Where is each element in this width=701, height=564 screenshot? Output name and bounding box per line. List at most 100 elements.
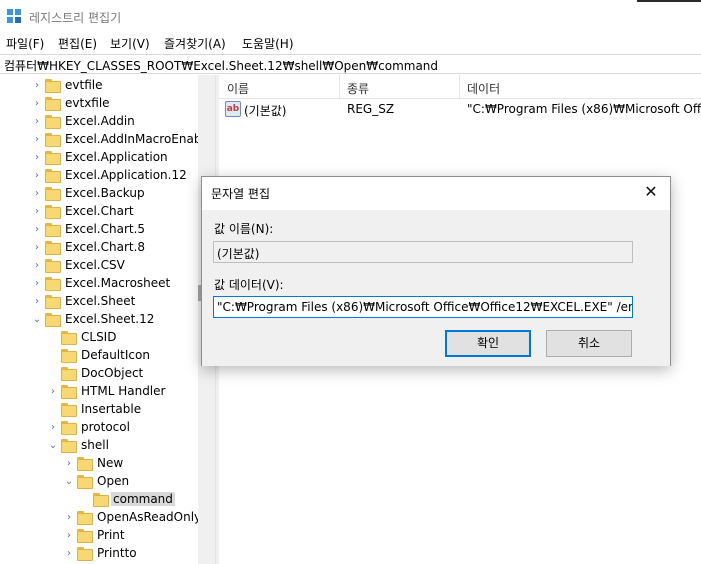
tree-item[interactable]: DocObject [0,365,198,383]
edit-string-dialog: 문자열 편집 ✕ 값 이름(N): (기본값) 값 데이터(V): "C:₩Pr… [201,176,671,366]
chevron-right-icon[interactable]: › [32,207,42,217]
tree-item[interactable]: ⌄ shell [0,437,198,455]
tree-item-label: New [97,456,124,470]
column-header-name[interactable]: 이름 [227,80,249,97]
tree-item[interactable]: ⌄ Excel.Sheet.12 [0,311,198,329]
folder-icon [93,493,109,507]
menu-favorites[interactable]: 즐겨찾기(A) [164,35,226,52]
folder-icon [77,529,93,543]
tree-item-label: Excel.Sheet.12 [65,312,155,326]
tree-item-label: OpenAsReadOnly [97,510,198,524]
tree-item[interactable]: › Excel.Macrosheet [0,275,198,293]
chevron-right-icon[interactable]: › [64,549,74,559]
chevron-right-icon[interactable]: › [32,171,42,181]
menu-file[interactable]: 파일(F) [6,35,44,52]
tree-item[interactable]: › HTML Handler [0,383,198,401]
tree-item[interactable]: DefaultIcon [0,347,198,365]
chevron-down-icon[interactable]: ⌄ [64,477,74,487]
chevron-right-icon[interactable]: › [32,99,42,109]
menu-view[interactable]: 보기(V) [110,35,150,52]
tree-item-label: Excel.Application [65,150,168,164]
chevron-right-icon[interactable]: › [64,459,74,469]
folder-icon [45,97,61,111]
folder-icon [45,133,61,147]
folder-icon [61,385,77,399]
tree-item-label: Excel.Addin [65,114,135,128]
tree-item-label: Excel.Macrosheet [65,276,171,290]
list-item[interactable]: ab (기본값) REG_SZ "C:₩Program Files (x86)₩… [219,100,701,120]
chevron-right-icon[interactable]: › [32,243,42,253]
tree-item-label: evtfile [65,78,103,92]
value-name: (기본값) [244,104,287,118]
tree-item[interactable]: › Excel.CSV [0,257,198,275]
chevron-right-icon[interactable]: › [32,81,42,91]
folder-icon [61,331,77,345]
chevron-down-icon[interactable]: ⌄ [32,315,42,325]
chevron-right-icon[interactable]: › [32,135,42,145]
column-header-type[interactable]: 종류 [347,80,369,97]
value-type: REG_SZ [347,102,395,116]
tree-item-label: Print [97,528,125,542]
address-path: 컴퓨터₩HKEY_CLASSES_ROOT₩Excel.Sheet.12₩she… [4,59,439,73]
value-name-field: (기본값) [213,241,633,263]
chevron-right-icon[interactable]: › [64,513,74,523]
tree-item-label: Excel.CSV [65,258,125,272]
tree-item[interactable]: › Excel.Chart [0,203,198,221]
tree-item[interactable]: › Excel.AddInMacroEnable [0,131,198,149]
folder-icon [45,169,61,183]
tree-item[interactable]: › Excel.Chart.8 [0,239,198,257]
folder-icon [45,277,61,291]
tree-item[interactable]: › New [0,455,198,473]
column-separator[interactable] [459,75,460,99]
cancel-button[interactable]: 취소 [546,330,632,357]
chevron-right-icon[interactable]: › [32,189,42,199]
tree-item[interactable]: Insertable [0,401,198,419]
chevron-right-icon[interactable]: › [48,387,58,397]
tree-item[interactable]: › Excel.Application [0,149,198,167]
chevron-right-icon[interactable]: › [32,153,42,163]
tree-item[interactable]: ⌄ Open [0,473,198,491]
chevron-right-icon[interactable]: › [32,261,42,271]
tree-item[interactable]: › evtfile [0,77,198,95]
chevron-right-icon[interactable]: › [48,423,58,433]
close-icon[interactable]: ✕ [640,181,662,203]
key-tree: › evtfile › evtxfile › Excel.Addin › Excel.AddI… [0,75,198,564]
folder-icon [77,475,93,489]
tree-item[interactable]: › Print [0,527,198,545]
folder-icon [61,439,77,453]
value-name-label: 값 이름(N): [214,222,274,236]
tree-item-label: Excel.Backup [65,186,145,200]
menu-edit[interactable]: 편집(E) [58,35,97,52]
column-header-data[interactable]: 데이터 [467,80,500,97]
chevron-right-icon[interactable]: › [32,117,42,127]
tree-item[interactable]: › protocol [0,419,198,437]
tree-item-label: protocol [81,420,130,434]
tree-item[interactable]: › Printto [0,545,198,563]
value-data-input[interactable]: "C:₩Program Files (x86)₩Microsoft Office… [213,296,633,318]
tree-item-label: command [111,492,175,506]
chevron-right-icon[interactable]: › [32,225,42,235]
tree-item[interactable]: › Excel.Chart.5 [0,221,198,239]
tree-item[interactable]: › Excel.Backup [0,185,198,203]
tree-item[interactable]: › Excel.Addin [0,113,198,131]
window-title: 레지스트리 편집기 [29,11,122,25]
tree-item[interactable]: › OpenAsReadOnly [0,509,198,527]
chevron-right-icon[interactable]: › [64,531,74,541]
chevron-right-icon[interactable]: › [32,279,42,289]
tree-item[interactable]: › Excel.Application.12 [0,167,198,185]
tree-item[interactable]: › Excel.Sheet [0,293,198,311]
folder-icon [45,205,61,219]
address-bar[interactable]: 컴퓨터₩HKEY_CLASSES_ROOT₩Excel.Sheet.12₩she… [0,54,701,74]
folder-icon [45,151,61,165]
tree-item[interactable]: CLSID [0,329,198,347]
folder-icon [45,223,61,237]
tree-item[interactable]: command [0,491,198,509]
menu-help[interactable]: 도움말(H) [242,35,294,52]
chevron-down-icon[interactable]: ⌄ [48,441,58,451]
folder-icon [61,421,77,435]
list-header: 이름 종류 데이터 [219,75,701,99]
ok-button[interactable]: 확인 [445,330,531,357]
chevron-right-icon[interactable]: › [32,297,42,307]
column-separator[interactable] [339,75,340,99]
tree-item[interactable]: › evtxfile [0,95,198,113]
